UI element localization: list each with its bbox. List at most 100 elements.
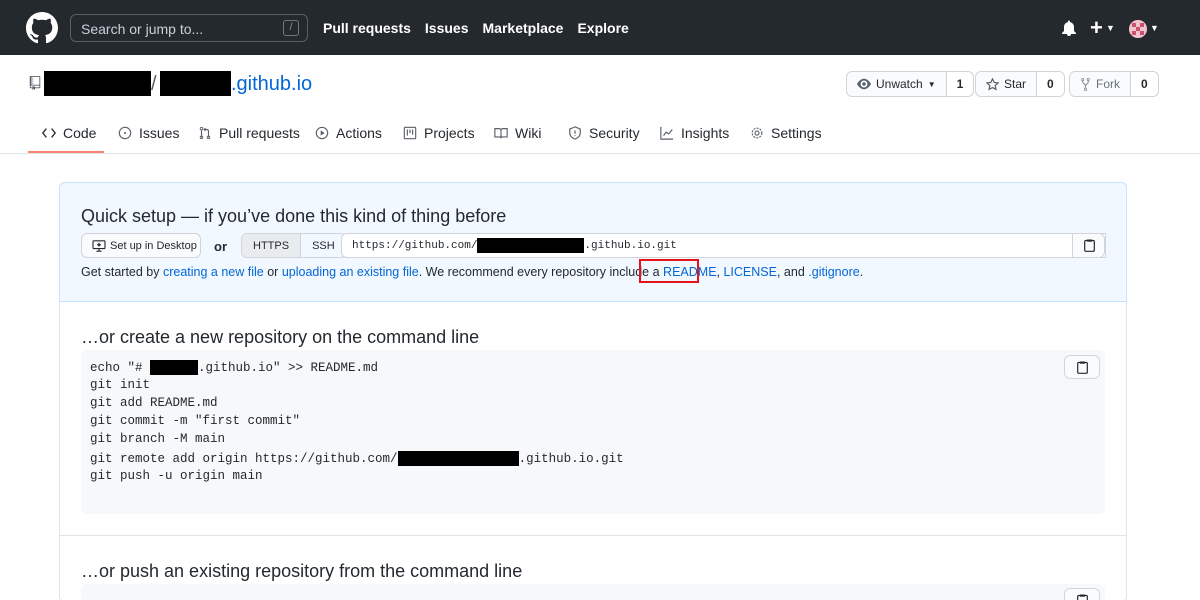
search-shortcut-key: / <box>283 20 299 36</box>
avatar-pattern-icon <box>1129 20 1147 38</box>
avatar[interactable] <box>1129 20 1147 38</box>
tab-projects[interactable]: Projects <box>403 112 475 153</box>
tab-label: Settings <box>771 124 822 141</box>
code-icon <box>42 127 56 138</box>
creating-new-file-link[interactable]: creating a new file <box>163 265 264 279</box>
quick-setup-title: Quick setup — if you’ve done this kind o… <box>81 206 507 226</box>
code-text: .github.io.git <box>518 451 624 466</box>
gs-text-1: Get started by <box>81 265 163 279</box>
redacted-code-part <box>150 360 199 375</box>
repo-icon <box>29 76 41 90</box>
redacted-repo-prefix[interactable] <box>160 71 231 96</box>
graph-icon <box>660 126 674 140</box>
search-input[interactable]: Search or jump to... / <box>70 14 308 42</box>
tab-label: Insights <box>681 124 730 141</box>
url-prefix: https://github.com/ <box>352 239 478 252</box>
tab-code[interactable]: Code <box>42 112 96 153</box>
eye-icon <box>857 78 871 90</box>
fork-icon <box>1081 77 1090 91</box>
clone-url-input[interactable]: https://github.com/ .github.io.git <box>341 233 1106 258</box>
repo-name[interactable]: .github.io <box>231 73 312 96</box>
code-text: .github.io" >> README.md <box>198 360 379 375</box>
code-line: git init <box>90 378 151 392</box>
https-button[interactable]: HTTPS <box>242 234 302 257</box>
tab-label: Issues <box>139 124 180 141</box>
tab-issues[interactable]: Issues <box>118 112 179 153</box>
tab-pull-requests[interactable]: Pull requests <box>198 112 300 153</box>
desktop-icon <box>92 239 106 252</box>
nav-issues[interactable]: Issues <box>425 20 469 36</box>
nav-explore[interactable]: Explore <box>577 20 628 36</box>
gs-text-2: or <box>263 265 282 279</box>
code-line: echo "# .github.io" >> README.md <box>90 360 378 375</box>
nav-marketplace[interactable]: Marketplace <box>483 20 564 36</box>
star-count[interactable]: 0 <box>1037 72 1064 96</box>
redacted-owner[interactable] <box>44 71 151 96</box>
tab-insights[interactable]: Insights <box>660 112 729 153</box>
chevron-down-icon: ▼ <box>1150 23 1159 33</box>
fork-count[interactable]: 0 <box>1131 72 1158 96</box>
license-link[interactable]: LICENSE <box>723 265 777 279</box>
search-placeholder: Search or jump to... <box>81 21 204 37</box>
fork-label: Fork <box>1096 77 1120 91</box>
code-line: git add README.md <box>90 396 218 410</box>
code-line: git branch -M main <box>90 432 226 446</box>
github-logo-icon[interactable] <box>26 12 58 44</box>
gs-text-5: . <box>859 265 864 279</box>
star-label: Star <box>1004 77 1027 91</box>
star-button[interactable]: Star <box>976 72 1038 96</box>
desktop-label: Set up in Desktop <box>110 239 197 252</box>
shield-icon <box>569 125 581 140</box>
bell-icon[interactable] <box>1062 20 1076 36</box>
fork-button[interactable]: Fork <box>1070 72 1131 96</box>
star-icon <box>986 77 999 91</box>
play-icon <box>315 126 329 139</box>
create-repo-code-block[interactable]: echo "# .github.io" >> README.md git ini… <box>81 350 1105 514</box>
tab-label: Pull requests <box>219 124 300 141</box>
unwatch-button-group: Unwatch ▼ 1 <box>846 71 975 97</box>
star-button-group: Star 0 <box>975 71 1065 97</box>
tab-label: Wiki <box>515 124 542 141</box>
chevron-down-icon: ▼ <box>927 79 936 89</box>
redacted-url-part <box>477 238 585 253</box>
tab-security[interactable]: Security <box>568 112 640 153</box>
gs-text-4: , and <box>776 265 809 279</box>
watch-count[interactable]: 1 <box>946 72 974 96</box>
uploading-file-link[interactable]: uploading an existing file <box>282 265 419 279</box>
tab-actions[interactable]: Actions <box>315 112 382 153</box>
copy-push-commands-button[interactable] <box>1064 588 1100 600</box>
redacted-code-part <box>397 451 519 466</box>
push-existing-code-block[interactable] <box>81 584 1105 600</box>
chevron-down-icon: ▼ <box>1106 23 1115 33</box>
section-divider <box>59 535 1127 536</box>
gear-icon <box>751 127 763 138</box>
tab-label: Code <box>63 124 97 141</box>
tab-label: Actions <box>336 124 382 141</box>
tabs-divider <box>0 153 1200 154</box>
unwatch-label: Unwatch <box>876 77 923 91</box>
copy-commands-button[interactable] <box>1064 355 1100 379</box>
ssh-button[interactable]: SSH <box>301 234 346 257</box>
tab-label: Security <box>589 124 640 141</box>
unwatch-button[interactable]: Unwatch ▼ <box>847 72 947 96</box>
copy-url-button[interactable] <box>1072 233 1105 258</box>
tab-wiki[interactable]: Wiki <box>494 112 541 153</box>
create-new-button[interactable]: + <box>1090 15 1103 41</box>
get-started-text: Get started by creating a new file or up… <box>81 265 863 279</box>
protocol-toggle: HTTPS SSH <box>241 233 347 258</box>
readme-highlight-box <box>639 259 699 283</box>
tab-label: Projects <box>424 124 475 141</box>
clipboard-icon <box>1077 361 1088 374</box>
code-text: git remote add origin https://github.com… <box>90 451 398 466</box>
header-nav: Pull requests Issues Marketplace Explore <box>323 20 643 36</box>
issue-icon <box>118 126 132 139</box>
setup-in-desktop-button[interactable]: Set up in Desktop <box>81 233 201 258</box>
url-suffix: .github.io.git <box>584 239 677 252</box>
clipboard-icon <box>1084 239 1095 252</box>
gitignore-link[interactable]: .gitignore <box>808 265 859 279</box>
nav-pull-requests[interactable]: Pull requests <box>323 20 411 36</box>
gs-text-3: . We recommend every repository include … <box>418 265 664 279</box>
tab-settings[interactable]: Settings <box>750 112 822 153</box>
code-text: echo "# <box>90 360 151 375</box>
code-line: git remote add origin https://github.com… <box>90 451 624 466</box>
